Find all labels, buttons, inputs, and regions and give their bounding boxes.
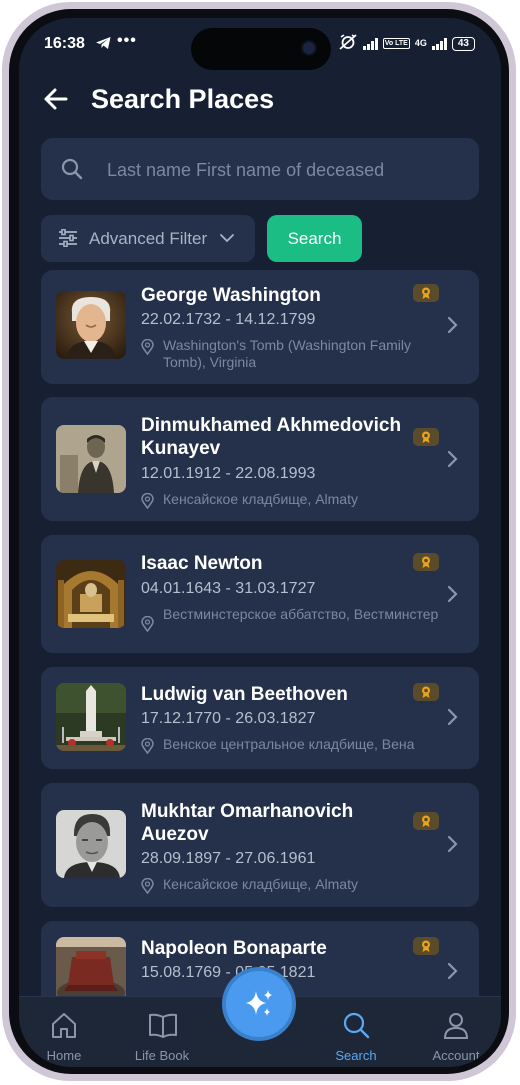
award-badge-icon [413,284,439,302]
person-dates: 17.12.1770 - 26.03.1827 [141,710,316,727]
person-photo [56,937,126,997]
list-item[interactable]: Ludwig van Beethoven 17.12.1770 - 26.03.… [41,667,479,769]
home-icon [50,1011,78,1042]
person-photo [56,810,126,878]
award-badge-icon [413,683,439,701]
burial-place-text: Вестминстерское аббатство, Вестминстер [163,606,439,622]
search-icon [342,1011,370,1042]
book-icon [148,1011,178,1042]
location-pin-icon [141,615,154,636]
app-screen: 16:38 ••• Vo LTE 4G 43 Search Places Las… [19,18,501,1067]
signal-strength-2-icon [431,37,447,50]
tab-account[interactable]: Account [411,997,501,1067]
burial-place-text: Кенсайское кладбище, Almaty [163,876,358,892]
award-badge-icon [413,937,439,955]
search-button[interactable]: Search [267,215,362,262]
ai-sparkle-button[interactable] [226,971,292,1037]
advanced-filter-label: Advanced Filter [89,229,208,248]
more-notifications-icon: ••• [117,32,137,49]
page-title: Search Places [91,84,275,114]
burial-place: Вестминстерское аббатство, Вестминстер [141,606,441,633]
battery-level: 43 [451,36,475,51]
status-time: 16:38 [44,35,85,52]
advanced-filter-button[interactable]: Advanced Filter [41,215,255,262]
location-pin-icon [141,737,154,758]
sliders-icon [58,228,78,252]
tab-home-label: Home [46,1048,82,1063]
person-name: Napoleon Bonaparte [141,938,327,959]
person-photo [56,425,126,493]
person-dates: 15.08.1769 - 05.05.1821 [141,964,316,981]
person-name: George Washington [141,285,321,306]
burial-place-text: Washington's Tomb (Washington Family Tom… [163,337,412,370]
burial-place: Кенсайское кладбище, Almaty [141,491,441,510]
chevron-right-icon[interactable] [447,316,459,339]
award-badge-icon [413,428,439,446]
person-photo [56,683,126,751]
results-list[interactable]: George Washington 22.02.1732 - 14.12.179… [41,270,479,997]
person-dates: 22.02.1732 - 14.12.1799 [141,311,316,328]
location-pin-icon [141,338,154,359]
burial-place: Венское центральное кладбище, Вена [141,736,441,755]
tab-search[interactable]: Search [311,997,401,1067]
chevron-right-icon[interactable] [447,708,459,731]
person-photo [56,560,126,628]
tab-life-book[interactable]: Life Book [117,997,207,1067]
location-pin-icon [141,877,154,898]
person-name: Ludwig van Beethoven [141,684,348,705]
user-icon [442,1011,470,1042]
award-badge-icon [413,812,439,830]
network-type: 4G [414,38,427,48]
person-dates: 04.01.1643 - 31.03.1727 [141,580,316,597]
person-dates: 12.01.1912 - 22.08.1993 [141,465,316,482]
bottom-tab-bar: Home Life Book Search Account [19,971,501,1067]
chevron-right-icon[interactable] [447,835,459,858]
phone-frame: 16:38 ••• Vo LTE 4G 43 Search Places Las… [0,0,520,1085]
burial-place-text: Венское центральное кладбище, Вена [163,736,415,752]
arrow-left-icon[interactable] [43,86,69,112]
person-photo [56,291,126,359]
telegram-icon [95,36,112,55]
chevron-right-icon[interactable] [447,962,459,985]
volte-indicator: Vo LTE [382,38,410,49]
signal-strength-icon [362,37,378,50]
chevron-down-icon [219,230,235,251]
person-name: Isaac Newton [141,553,263,574]
burial-place: Washington's Tomb (Washington Family Tom… [141,337,441,371]
search-box [41,138,479,200]
chevron-right-icon[interactable] [447,585,459,608]
list-item[interactable]: George Washington 22.02.1732 - 14.12.179… [41,270,479,384]
location-pin-icon [141,492,154,513]
person-name: Mukhtar Omarhanovich Auezov [141,801,354,845]
front-camera [303,42,315,54]
person-name: Dinmukhamed Akhmedovich Kunayev [141,415,402,459]
list-item[interactable]: Isaac Newton 04.01.1643 - 31.03.1727 Вес… [41,535,479,653]
award-badge-icon [413,553,439,571]
person-dates: 28.09.1897 - 27.06.1961 [141,850,316,867]
tab-home[interactable]: Home [19,997,109,1067]
tab-account-label: Account [432,1048,480,1063]
list-item[interactable]: Dinmukhamed Akhmedovich Kunayev 12.01.19… [41,397,479,521]
burial-place-text: Кенсайское кладбище, Almaty [163,491,358,507]
tab-life-book-label: Life Book [134,1048,190,1063]
alarm-off-icon [338,34,358,53]
status-icons: Vo LTE 4G 43 [338,34,475,53]
search-icon [61,158,83,185]
tab-search-label: Search [335,1048,377,1063]
page-header: Search Places [19,80,501,124]
dynamic-island [191,28,331,70]
chevron-right-icon[interactable] [447,450,459,473]
list-item[interactable]: Mukhtar Omarhanovich Auezov 28.09.1897 -… [41,783,479,907]
burial-place: Кенсайское кладбище, Almaty [141,876,441,895]
search-input[interactable] [105,151,469,189]
